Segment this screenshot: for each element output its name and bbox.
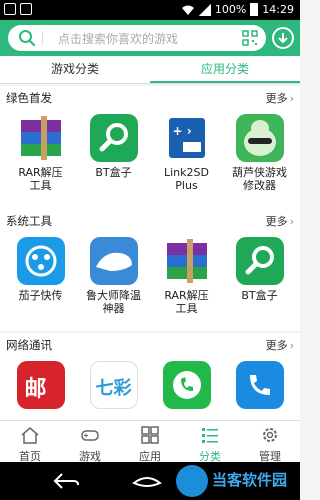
back-icon[interactable] bbox=[52, 472, 80, 490]
app-item[interactable] bbox=[150, 357, 223, 413]
download-icon bbox=[278, 33, 288, 44]
gourd-character-icon bbox=[235, 114, 284, 162]
nav-games[interactable]: 游戏 bbox=[60, 421, 120, 463]
app-item[interactable]: + › Link2SD Plus bbox=[150, 110, 223, 192]
signal-icon bbox=[198, 3, 211, 16]
chevron-right-icon: › bbox=[289, 92, 294, 105]
watermark-text: 当客软件园 bbox=[212, 471, 288, 489]
category-tabs: 游戏分类 应用分类 bbox=[0, 56, 300, 84]
gear-icon bbox=[263, 428, 277, 442]
wifi-icon bbox=[181, 5, 194, 15]
section-system-tools: 系统工具 更多 › 茄子快传 鲁大师降温 神器 RAR解压 工具 BT盒子 bbox=[0, 209, 300, 331]
app-name: RAR解压 工具 bbox=[18, 166, 63, 192]
chevron-right-icon: › bbox=[289, 339, 294, 352]
app-item[interactable]: 邮 bbox=[4, 357, 77, 413]
nav-apps[interactable]: 应用 bbox=[120, 421, 180, 463]
apps-grid-icon bbox=[141, 426, 159, 444]
magnifier-icon bbox=[235, 237, 284, 285]
colorful-logo-icon: 七彩 bbox=[89, 361, 138, 409]
rar-books-icon bbox=[163, 237, 211, 285]
rar-books-icon bbox=[17, 114, 65, 162]
system-nav-bar: 当客软件园 bbox=[0, 462, 300, 500]
app-name: BT盒子 bbox=[241, 289, 278, 302]
app-name: BT盒子 bbox=[95, 166, 132, 179]
search-placeholder: 点击搜索你喜欢的游戏 bbox=[58, 32, 179, 46]
app-item[interactable]: BT盒子 bbox=[223, 233, 296, 315]
watermark: 当客软件园 bbox=[176, 465, 296, 497]
section-title: 绿色首发 bbox=[6, 91, 52, 105]
search-input[interactable]: 点击搜索你喜欢的游戏 bbox=[8, 25, 266, 51]
home-button-icon[interactable] bbox=[132, 473, 162, 489]
search-divider bbox=[42, 31, 43, 45]
download-button[interactable] bbox=[272, 27, 294, 49]
app-name: 葫芦侠游戏 修改器 bbox=[232, 166, 287, 192]
more-link[interactable]: 更多 › bbox=[266, 337, 294, 353]
link2sd-icon: + › bbox=[163, 114, 211, 162]
app-item[interactable] bbox=[223, 357, 296, 413]
watermark-logo-icon bbox=[176, 465, 208, 497]
section-title: 系统工具 bbox=[6, 214, 52, 228]
app-item[interactable]: 茄子快传 bbox=[4, 233, 77, 315]
qr-scan-icon[interactable] bbox=[242, 30, 258, 46]
app-item[interactable]: RAR解压 工具 bbox=[4, 110, 77, 192]
app-name: 鲁大师降温 神器 bbox=[86, 289, 141, 315]
battery-icon bbox=[250, 3, 259, 16]
battery-text: 100% bbox=[214, 3, 247, 16]
status-bar: 100% 14:29 bbox=[0, 0, 300, 20]
more-link[interactable]: 更多 › bbox=[266, 213, 294, 229]
more-link[interactable]: 更多 › bbox=[266, 90, 294, 106]
clock: 14:29 bbox=[262, 3, 294, 16]
search-icon bbox=[19, 30, 36, 47]
tab-game-categories[interactable]: 游戏分类 bbox=[0, 56, 150, 83]
nav-categories[interactable]: 分类 bbox=[180, 421, 240, 463]
phone-chat-icon bbox=[162, 361, 211, 409]
nav-home[interactable]: 首页 bbox=[0, 421, 60, 463]
list-icon bbox=[202, 428, 218, 443]
section-network: 网络通讯 更多 › 邮 七彩 bbox=[0, 333, 300, 420]
notification-icon bbox=[4, 3, 16, 15]
polar-bear-icon bbox=[89, 237, 138, 285]
app-name: RAR解压 工具 bbox=[164, 289, 209, 315]
app-item[interactable]: RAR解压 工具 bbox=[150, 233, 223, 315]
magnifier-icon bbox=[89, 114, 138, 162]
chevron-right-icon: › bbox=[289, 215, 294, 228]
app-item[interactable]: 七彩 bbox=[77, 357, 150, 413]
app-name: Link2SD Plus bbox=[164, 166, 209, 192]
mail-logo-icon: 邮 bbox=[16, 361, 65, 409]
nav-manage[interactable]: 管理 bbox=[240, 421, 300, 463]
header: 点击搜索你喜欢的游戏 bbox=[0, 20, 300, 56]
home-icon bbox=[21, 427, 39, 444]
share-icon bbox=[16, 237, 65, 285]
section-title: 网络通讯 bbox=[6, 338, 52, 352]
section-green-first: 绿色首发 更多 › RAR解压 工具 BT盒子 + › Link2SD Plus… bbox=[0, 86, 300, 212]
app-item[interactable]: BT盒子 bbox=[77, 110, 150, 192]
bottom-nav: 首页 游戏 应用 分类 管理 bbox=[0, 420, 300, 463]
usb-icon bbox=[20, 3, 32, 15]
app-name: 茄子快传 bbox=[18, 289, 63, 302]
phone-call-icon bbox=[235, 361, 284, 409]
app-item[interactable]: 鲁大师降温 神器 bbox=[77, 233, 150, 315]
gamepad-icon bbox=[81, 430, 99, 441]
tab-app-categories[interactable]: 应用分类 bbox=[150, 56, 300, 83]
app-item[interactable]: 葫芦侠游戏 修改器 bbox=[223, 110, 296, 192]
